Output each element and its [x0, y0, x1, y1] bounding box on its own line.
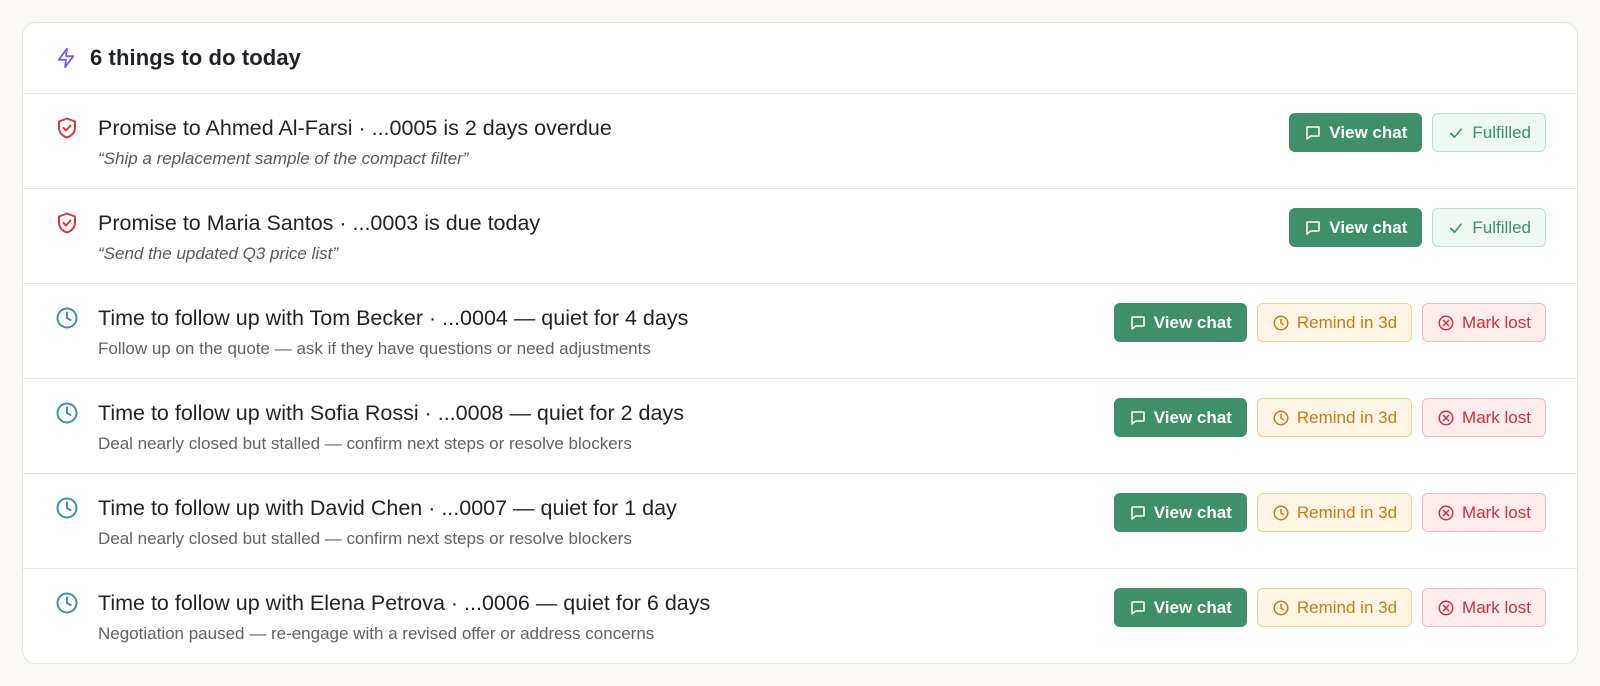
todo-item: Time to follow up with Sofia Rossi · ...… [23, 379, 1577, 474]
view-chat-button[interactable]: View chat [1113, 588, 1247, 627]
view-chat-button[interactable]: View chat [1289, 208, 1423, 247]
remind-button[interactable]: Remind in 3d [1256, 303, 1413, 342]
mark-lost-label: Mark lost [1462, 502, 1531, 522]
todo-actions: View chat Remind in 3d Mark lost [1113, 588, 1546, 627]
view-chat-label: View chat [1153, 407, 1232, 427]
fulfilled-button[interactable]: Fulfilled [1432, 208, 1546, 247]
x-circle-icon [1437, 409, 1455, 427]
todo-title: Time to follow up with Tom Becker · ...0… [98, 306, 689, 330]
todo-subtitle: Deal nearly closed but stalled — confirm… [98, 434, 632, 453]
clock-icon [1272, 599, 1290, 617]
todo-title: Time to follow up with Sofia Rossi · ...… [98, 401, 684, 425]
check-icon [1447, 219, 1465, 237]
view-chat-button[interactable]: View chat [1113, 493, 1247, 532]
view-chat-label: View chat [1153, 502, 1232, 522]
todo-actions: View chat Remind in 3d Mark lost [1113, 493, 1546, 532]
fulfilled-label: Fulfilled [1472, 217, 1531, 237]
x-circle-icon [1437, 599, 1455, 617]
clock-icon [1272, 504, 1290, 522]
todo-subtitle: Follow up on the quote — ask if they hav… [98, 339, 651, 358]
todo-card: 6 things to do today Promise to Ahmed Al… [22, 22, 1578, 664]
chat-bubble-icon [1304, 124, 1322, 142]
view-chat-button[interactable]: View chat [1289, 113, 1423, 152]
remind-label: Remind in 3d [1296, 502, 1398, 522]
mark-lost-label: Mark lost [1462, 407, 1531, 427]
mark-lost-button[interactable]: Mark lost [1422, 303, 1546, 342]
fulfilled-button[interactable]: Fulfilled [1432, 113, 1546, 152]
mark-lost-button[interactable]: Mark lost [1422, 493, 1546, 532]
chat-bubble-icon [1129, 599, 1147, 617]
chat-bubble-icon [1129, 409, 1147, 427]
remind-button[interactable]: Remind in 3d [1256, 493, 1413, 532]
chat-bubble-icon [1129, 504, 1147, 522]
todo-item: Promise to Ahmed Al-Farsi · ...0005 is 2… [23, 94, 1577, 189]
mark-lost-label: Mark lost [1462, 597, 1531, 617]
view-chat-label: View chat [1329, 217, 1408, 237]
card-title: 6 things to do today [90, 45, 301, 70]
todo-item: Promise to Maria Santos · ...0003 is due… [23, 189, 1577, 284]
clock-icon [1272, 409, 1290, 427]
clock-icon [55, 306, 79, 330]
view-chat-label: View chat [1153, 312, 1232, 332]
clock-icon [55, 496, 79, 520]
todo-actions: View chat Fulfilled [1289, 208, 1546, 247]
todo-title: Promise to Maria Santos · ...0003 is due… [98, 211, 541, 235]
mark-lost-label: Mark lost [1462, 312, 1531, 332]
remind-button[interactable]: Remind in 3d [1256, 588, 1413, 627]
todo-item: Time to follow up with David Chen · ...0… [23, 474, 1577, 569]
mark-lost-button[interactable]: Mark lost [1422, 588, 1546, 627]
view-chat-label: View chat [1153, 597, 1232, 617]
shield-check-icon [55, 116, 79, 140]
clock-icon [55, 591, 79, 615]
clock-icon [1272, 314, 1290, 332]
todo-subtitle: Negotiation paused — re-engage with a re… [98, 624, 655, 643]
lightning-icon [55, 47, 77, 69]
todo-quote: “Send the updated Q3 price list” [98, 244, 339, 263]
fulfilled-label: Fulfilled [1472, 122, 1531, 142]
todo-quote: “Ship a replacement sample of the compac… [98, 149, 469, 168]
x-circle-icon [1437, 504, 1455, 522]
todo-actions: View chat Fulfilled [1289, 113, 1546, 152]
mark-lost-button[interactable]: Mark lost [1422, 398, 1546, 437]
chat-bubble-icon [1129, 314, 1147, 332]
todo-item: Time to follow up with Elena Petrova · .… [23, 569, 1577, 663]
card-header: 6 things to do today [23, 23, 1577, 94]
check-icon [1447, 124, 1465, 142]
todo-title: Promise to Ahmed Al-Farsi · ...0005 is 2… [98, 116, 612, 140]
remind-label: Remind in 3d [1296, 597, 1398, 617]
todo-title: Time to follow up with David Chen · ...0… [98, 496, 677, 520]
todo-title: Time to follow up with Elena Petrova · .… [98, 591, 711, 615]
view-chat-label: View chat [1329, 122, 1408, 142]
todo-actions: View chat Remind in 3d Mark lost [1113, 398, 1546, 437]
clock-icon [55, 401, 79, 425]
remind-label: Remind in 3d [1296, 407, 1398, 427]
view-chat-button[interactable]: View chat [1113, 398, 1247, 437]
todo-item: Time to follow up with Tom Becker · ...0… [23, 284, 1577, 379]
x-circle-icon [1437, 314, 1455, 332]
shield-check-icon [55, 211, 79, 235]
todo-subtitle: Deal nearly closed but stalled — confirm… [98, 529, 632, 548]
chat-bubble-icon [1304, 219, 1322, 237]
remind-button[interactable]: Remind in 3d [1256, 398, 1413, 437]
remind-label: Remind in 3d [1296, 312, 1398, 332]
todo-actions: View chat Remind in 3d Mark lost [1113, 303, 1546, 342]
view-chat-button[interactable]: View chat [1113, 303, 1247, 342]
